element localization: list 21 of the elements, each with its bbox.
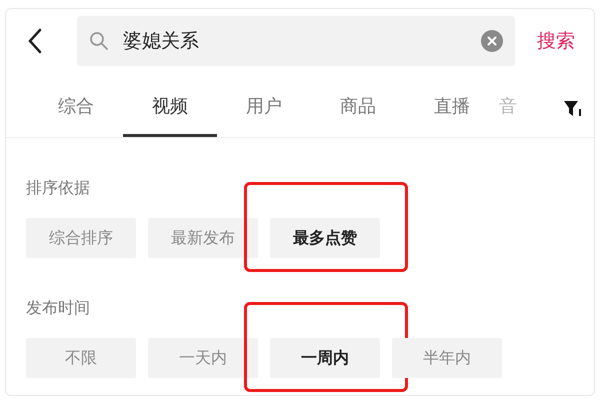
- filter-icon[interactable]: [564, 101, 582, 117]
- tab[interactable]: 综合: [29, 91, 123, 137]
- tab[interactable]: 直播: [405, 91, 499, 137]
- clear-icon[interactable]: [481, 30, 503, 52]
- filter-chip[interactable]: 一天内: [148, 338, 258, 378]
- filter-chip[interactable]: 不限: [26, 338, 136, 378]
- filter-chip[interactable]: 综合排序: [26, 218, 136, 258]
- search-field[interactable]: 婆媳关系: [77, 16, 515, 66]
- filter-chip[interactable]: 半年内: [392, 338, 502, 378]
- back-icon[interactable]: [28, 28, 42, 54]
- filter-chip[interactable]: 最新发布: [148, 218, 258, 258]
- filter-chip[interactable]: 一周内: [270, 338, 380, 378]
- section-label: 发布时间: [26, 298, 91, 319]
- tab[interactable]: 用户: [217, 91, 311, 137]
- search-text: 婆媳关系: [123, 29, 200, 54]
- search-button[interactable]: 搜索: [537, 28, 575, 54]
- tab[interactable]: 商品: [311, 91, 405, 137]
- section-label: 排序依据: [26, 178, 91, 199]
- filter-chip[interactable]: 最多点赞: [270, 218, 380, 258]
- tab[interactable]: 视频: [123, 91, 217, 137]
- search-icon: [89, 31, 109, 51]
